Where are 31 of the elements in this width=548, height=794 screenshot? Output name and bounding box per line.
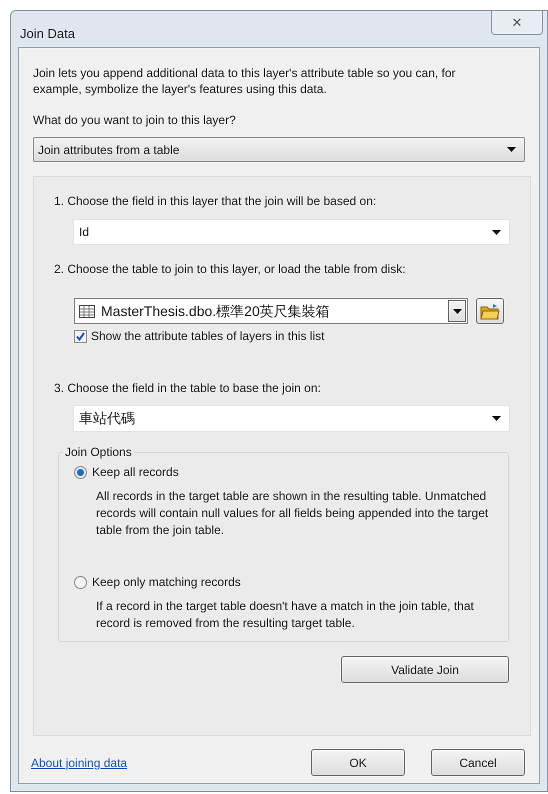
dialog-button[interactable]: Cancel (431, 749, 525, 776)
checkbox-label: Show the attribute tables of layers in this list (91, 328, 324, 345)
close-button[interactable]: ✕ (491, 11, 543, 35)
radio-button[interactable] (74, 576, 87, 588)
field-dropdown[interactable]: 車站代碼 (74, 406, 509, 431)
step-label: 3. Choose the field in the table to base the join on: (54, 380, 322, 397)
join-type-dropdown[interactable]: Join attributes from a table (33, 137, 525, 162)
caret-icon (492, 416, 501, 421)
help-link[interactable]: About joining data (31, 754, 311, 772)
caret-icon (507, 147, 516, 152)
open-folder-button[interactable] (476, 298, 504, 324)
validate-join-button[interactable]: Validate Join (341, 656, 509, 683)
group-title: Join Options (63, 445, 134, 459)
option-description: All records in the target table are shown in the resulting table. Unmatched records will contain null values for all fields being appended into the target table from the join table. (96, 488, 490, 539)
radio-button[interactable] (74, 466, 87, 478)
radio-label: Keep all records (92, 464, 179, 481)
folder-icon (480, 302, 500, 320)
checkbox[interactable] (74, 330, 87, 342)
option-description: If a record in the target table doesn't have a match in the join table, that record is removed from the resulting target table. (96, 598, 475, 632)
step-label: 2. Choose the table to join to this layer, or load the table from disk: (54, 261, 407, 278)
caret-icon (452, 308, 462, 314)
step-label: 1. Choose the field in this layer that the join will be based on: (54, 193, 378, 210)
dialog-button[interactable]: OK (311, 749, 405, 776)
caret-icon (492, 230, 501, 234)
radio-label: Keep only matching records (92, 574, 241, 591)
table-dropdown[interactable]: MasterThesis.dbo.標準20英尺集裝箱 (74, 298, 468, 324)
table-icon (79, 304, 95, 318)
question-label: What do you want to join to this layer? (33, 112, 237, 129)
window-title: Join Data (20, 25, 75, 43)
intro-text: Join lets you append additional data to this layer's attribute table so you can, for example, symbolize the layer's features using this data. (33, 65, 457, 97)
field-dropdown[interactable]: Id (74, 220, 509, 244)
